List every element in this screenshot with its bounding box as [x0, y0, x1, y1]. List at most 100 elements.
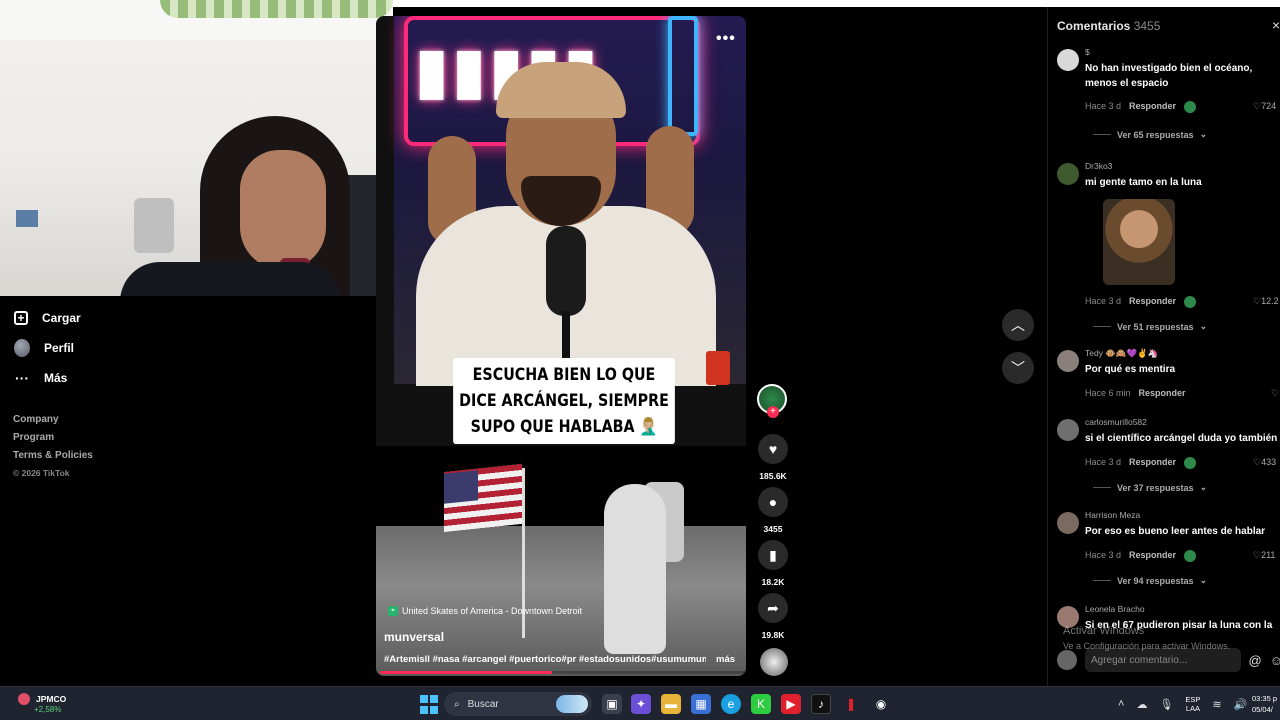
video-progress-bar[interactable]: [380, 671, 746, 674]
comment-photo[interactable]: [1103, 199, 1175, 285]
previous-video-button[interactable]: ︿: [1002, 309, 1034, 341]
comment-time: Hace 3 d: [1085, 457, 1122, 467]
video-player[interactable]: ▮▮▮▮▮ ••• ESCUCHA BIEN LO QUE DICE ARCÁN…: [376, 16, 746, 676]
comment-count: 3455: [763, 524, 783, 534]
more-link[interactable]: más: [716, 654, 735, 665]
microphone-graphic: [546, 226, 586, 316]
app-red-icon[interactable]: ❚: [841, 694, 861, 714]
mention-icon[interactable]: @: [1249, 653, 1262, 668]
obs-icon[interactable]: ◉: [871, 694, 891, 714]
stock-widget[interactable]: JPMCO: [18, 693, 66, 705]
cloud-icon[interactable]: ☁: [1136, 698, 1147, 711]
avatar[interactable]: [1057, 419, 1079, 441]
save-count: 18.2K: [761, 577, 785, 587]
follow-plus-icon[interactable]: +: [767, 406, 779, 418]
next-video-button[interactable]: ﹀: [1002, 352, 1034, 384]
like-button[interactable]: ♥: [758, 434, 788, 464]
reply-button[interactable]: Responder: [1129, 296, 1176, 308]
comments-count: 3455: [1133, 19, 1161, 33]
comment-like-icon[interactable]: ♡: [1271, 388, 1279, 399]
start-menu-icon[interactable]: [419, 694, 439, 714]
view-replies-button[interactable]: Ver 94 respuestas ⌄: [1093, 575, 1207, 586]
more-horizontal-icon[interactable]: •••: [716, 30, 736, 48]
file-explorer-icon[interactable]: ▬: [661, 694, 681, 714]
us-flag-canton: [444, 470, 478, 504]
creator-liked-icon: [1184, 101, 1197, 113]
save-button[interactable]: ▮: [758, 540, 788, 570]
emoji-icon[interactable]: ☺: [1270, 653, 1280, 668]
comment-text: mi gente tamo en la luna: [1085, 177, 1202, 188]
author-name[interactable]: munversal: [384, 630, 444, 644]
taskbar-search[interactable]: ⌕ Buscar: [444, 692, 592, 716]
reply-button[interactable]: Responder: [1129, 101, 1176, 113]
comment-time: Hace 3 d: [1085, 101, 1122, 111]
view-replies-button[interactable]: Ver 65 respuestas ⌄: [1093, 129, 1207, 140]
reply-button[interactable]: Responder: [1129, 550, 1176, 562]
webcam-wall-frame: [16, 210, 38, 227]
music-disc-icon[interactable]: [760, 648, 788, 676]
footer-link-terms[interactable]: Terms & Policies: [13, 450, 93, 468]
store-icon[interactable]: ▦: [691, 694, 711, 714]
video-progress-fill: [380, 671, 553, 674]
chevron-down-icon: ﹀: [1011, 360, 1025, 376]
location-label: United Skates of America - Downtown Detr…: [402, 606, 583, 616]
left-sidebar: + Cargar Perfil ··· Más Company Program …: [0, 296, 376, 686]
volume-icon[interactable]: 🔊: [1234, 698, 1248, 711]
view-replies-button[interactable]: Ver 51 respuestas ⌄: [1093, 321, 1207, 332]
comment-input[interactable]: [1085, 648, 1241, 672]
stock-change: +2,58%: [34, 705, 62, 714]
comment-username[interactable]: Dr3ko3: [1085, 161, 1112, 171]
comments-header: Comentarios 3455: [1057, 19, 1160, 33]
comment-username[interactable]: $: [1085, 47, 1090, 57]
comment-username[interactable]: carlosmurillo582: [1085, 417, 1147, 427]
comments-title: Comentarios: [1057, 19, 1131, 33]
comment-likes[interactable]: ♡211: [1253, 550, 1275, 561]
share-button[interactable]: ➦: [758, 593, 788, 623]
location-pin-icon: ⌖: [388, 606, 398, 616]
footer-link-company[interactable]: Company: [13, 414, 93, 432]
comment-username[interactable]: Tedy 🐵🙈💜✌️🦄: [1085, 348, 1158, 359]
view-replies-button[interactable]: Ver 37 respuestas ⌄: [1093, 482, 1207, 493]
footer-link-program[interactable]: Program: [13, 432, 93, 450]
reply-button[interactable]: Responder: [1129, 457, 1176, 469]
chevron-up-icon[interactable]: ˄: [1118, 698, 1124, 710]
avatar[interactable]: [1057, 163, 1079, 185]
microphone-icon[interactable]: 🎙: [1159, 698, 1173, 711]
stock-name: JPMCO: [36, 694, 67, 704]
tiktok-icon[interactable]: ♪: [811, 694, 831, 714]
comment-button[interactable]: ●: [758, 487, 788, 517]
youtube-icon[interactable]: ▶: [781, 694, 801, 714]
top-header-strip: [393, 0, 1280, 7]
comment-username[interactable]: Leonela Bracho: [1085, 604, 1145, 614]
avatar[interactable]: [1057, 350, 1079, 372]
reply-button[interactable]: Responder: [1139, 388, 1186, 398]
creator-liked-icon: [1184, 457, 1197, 469]
comment-text: Por qué es mentira: [1085, 364, 1176, 375]
hashtags[interactable]: #Artemisll #nasa #arcangel #puertorico#p…: [384, 654, 706, 665]
task-view-icon[interactable]: ▣: [602, 694, 622, 714]
sidebar-item-profile[interactable]: Perfil: [14, 337, 74, 359]
avatar[interactable]: [1057, 512, 1079, 534]
comment-bubble-icon: ●: [768, 494, 778, 510]
upload-plus-icon: +: [14, 311, 28, 325]
comment-username[interactable]: Harrison Meza: [1085, 510, 1140, 520]
language-indicator[interactable]: ESP LAA: [1185, 695, 1200, 713]
edge-icon[interactable]: e: [721, 694, 741, 714]
comment-likes[interactable]: ♡724: [1253, 101, 1276, 112]
location-tag[interactable]: ⌖ United Skates of America - Downtown De…: [388, 606, 582, 616]
sidebar-item-more[interactable]: ··· Más: [14, 367, 67, 389]
clock[interactable]: 03:35 p 05/04/: [1252, 693, 1277, 715]
copilot-icon[interactable]: ✦: [631, 694, 651, 714]
creator-liked-icon: [1184, 296, 1197, 308]
bookmark-icon: ▮: [769, 546, 777, 563]
comment-text: Por eso es bueno leer antes de hablar: [1085, 526, 1266, 537]
comment-likes[interactable]: ♡12.2: [1253, 296, 1279, 307]
avatar[interactable]: [1057, 49, 1079, 71]
webcam-lamp: [134, 198, 174, 253]
sidebar-item-upload[interactable]: + Cargar: [14, 307, 81, 329]
kick-icon[interactable]: K: [751, 694, 771, 714]
soda-can-graphic: [706, 351, 730, 385]
close-icon[interactable]: ×: [1272, 17, 1280, 33]
wifi-icon[interactable]: ≋: [1212, 698, 1221, 711]
comment-likes[interactable]: ♡433: [1253, 457, 1276, 468]
